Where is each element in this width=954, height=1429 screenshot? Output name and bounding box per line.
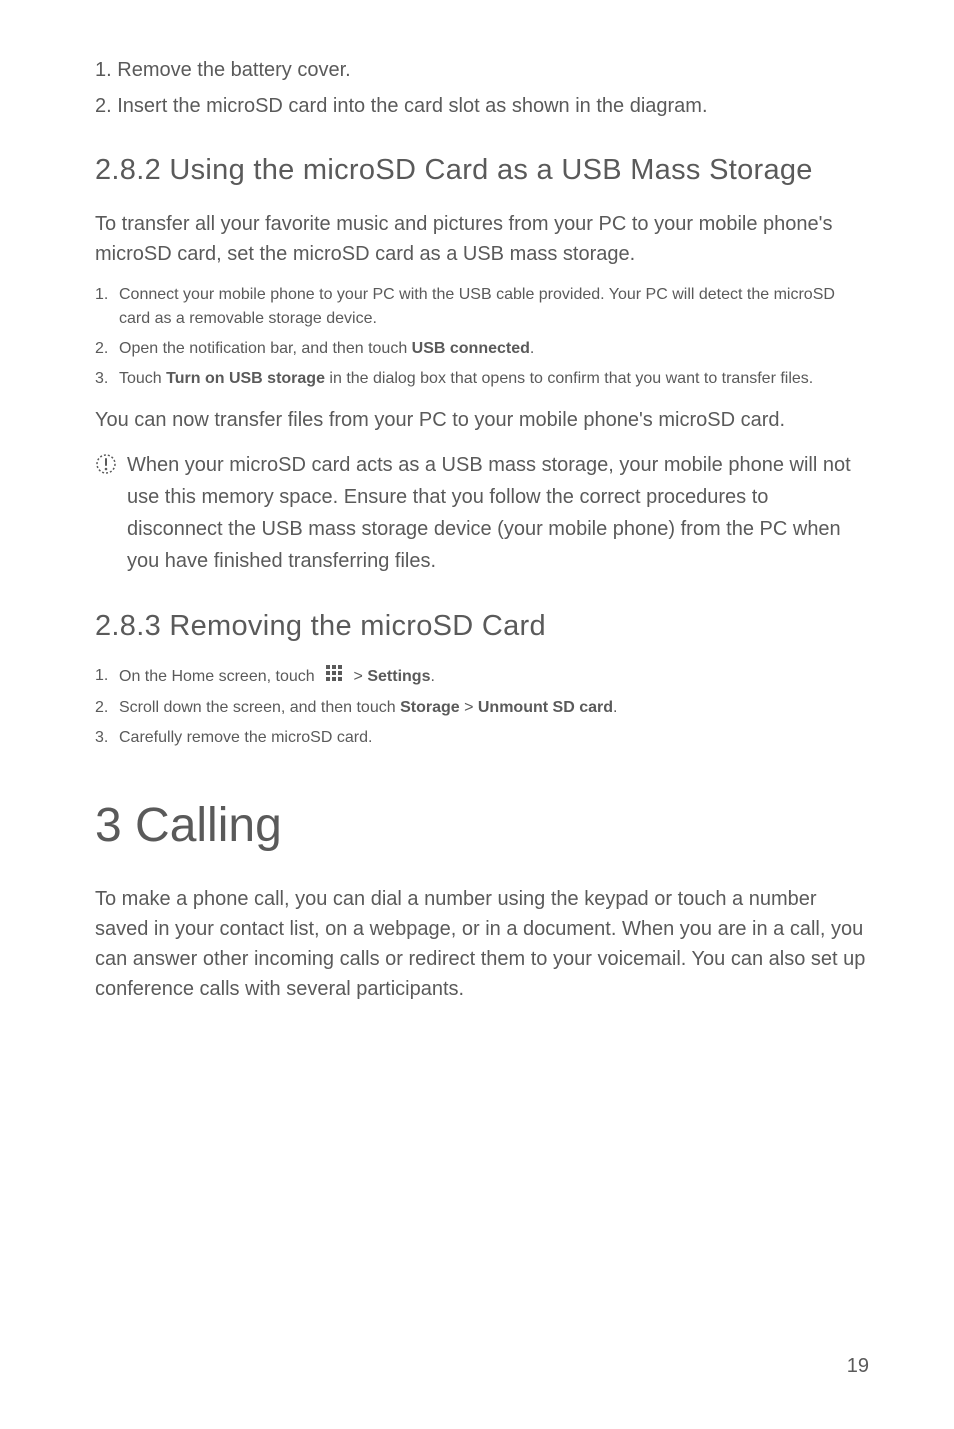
step-text: Remove the battery cover. [117, 59, 350, 81]
section-heading-remove-sd: 2.8.3 Removing the microSD Card [95, 605, 869, 649]
step-number: 3. [95, 367, 108, 391]
intro-steps-list: 1. Remove the battery cover. 2. Insert t… [95, 55, 869, 121]
step-bold: Unmount SD card [478, 699, 613, 716]
step-text: Insert the microSD card into the card sl… [117, 95, 707, 117]
step-bold: Turn on USB storage [166, 370, 325, 387]
step-text: Connect your mobile phone to your PC wit… [119, 286, 835, 327]
warning-icon [95, 453, 117, 483]
note-block: When your microSD card acts as a USB mas… [95, 449, 869, 577]
step-text: in the dialog box that opens to confirm … [325, 370, 813, 387]
step-text: . [530, 340, 534, 357]
step-text: . [430, 668, 434, 685]
step-number: 2. [95, 337, 108, 361]
step-text: Touch [119, 370, 166, 387]
chapter-heading-calling: 3 Calling [95, 790, 869, 862]
step-item: 2. Open the notification bar, and then t… [95, 337, 869, 361]
chapter-intro-para: To make a phone call, you can dial a num… [95, 884, 869, 1004]
step-number: 3. [95, 726, 108, 750]
step-item: 1. On the Home screen, touch > Settings. [95, 664, 869, 690]
step-number: 1. [95, 664, 108, 688]
step-text: On the Home screen, touch [119, 668, 319, 685]
step-text: > [349, 668, 367, 685]
step-text: Open the notification bar, and then touc… [119, 340, 412, 357]
step-item: 1. Remove the battery cover. [95, 55, 869, 85]
section-heading-usb-storage: 2.8.2 Using the microSD Card as a USB Ma… [95, 149, 869, 193]
step-number: 1. [95, 59, 112, 81]
usb-steps-list: 1. Connect your mobile phone to your PC … [95, 283, 869, 391]
step-bold: Settings [367, 668, 430, 685]
step-number: 1. [95, 283, 108, 307]
step-text: Scroll down the screen, and then touch [119, 699, 400, 716]
page-number: 19 [847, 1351, 869, 1381]
step-text: . [613, 699, 617, 716]
note-text: When your microSD card acts as a USB mas… [127, 449, 869, 577]
section-intro: To transfer all your favorite music and … [95, 209, 869, 269]
step-item: 2. Insert the microSD card into the card… [95, 91, 869, 121]
step-item: 1. Connect your mobile phone to your PC … [95, 283, 869, 331]
step-text: > [460, 699, 478, 716]
step-item: 3. Touch Turn on USB storage in the dial… [95, 367, 869, 391]
step-item: 2. Scroll down the screen, and then touc… [95, 696, 869, 720]
section-after-text: You can now transfer files from your PC … [95, 405, 869, 435]
step-number: 2. [95, 696, 108, 720]
step-text: Carefully remove the microSD card. [119, 729, 372, 746]
step-bold: Storage [400, 699, 460, 716]
step-item: 3. Carefully remove the microSD card. [95, 726, 869, 750]
step-number: 2. [95, 95, 112, 117]
apps-grid-icon [325, 664, 343, 690]
remove-steps-list: 1. On the Home screen, touch > Settings.… [95, 664, 869, 750]
step-bold: USB connected [412, 340, 530, 357]
